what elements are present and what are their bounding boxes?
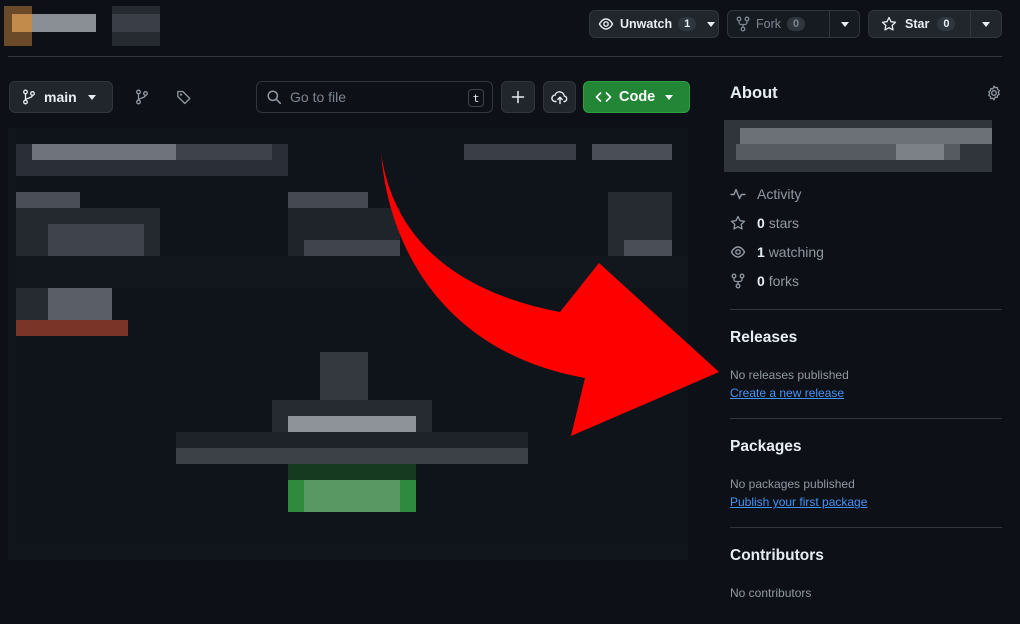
annotation-arrow: [381, 153, 719, 436]
